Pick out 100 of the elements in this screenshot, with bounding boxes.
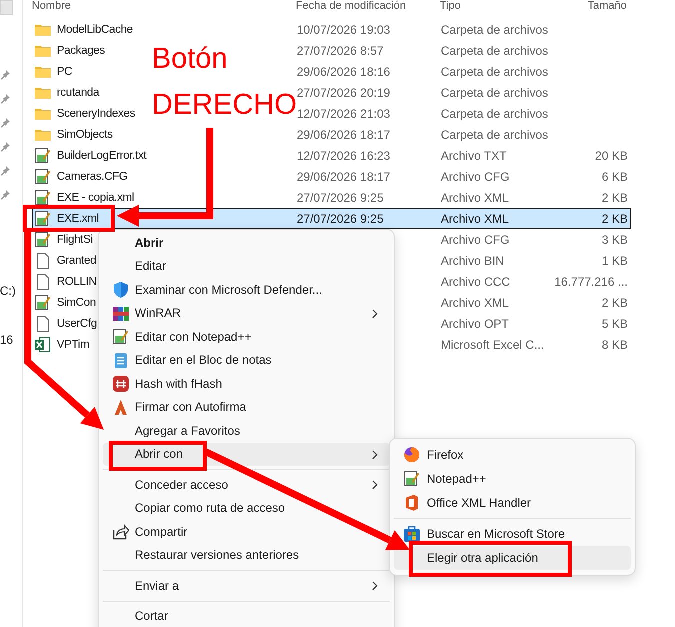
sidebar-label[interactable]: 16 [0,333,22,347]
file-type: Archivo XML [441,190,510,204]
column-header[interactable]: Tamaño [546,0,629,12]
file-type: Carpeta de archivos [441,128,548,142]
menu-item[interactable]: Editar [103,254,390,278]
file-size: 8 KB [602,338,628,352]
menu-item[interactable]: Examinar con Microsoft Defender... [103,278,390,302]
pin-icon[interactable] [1,70,11,80]
file-date: 27/07/2026 9:25 [297,190,384,204]
menu-item-label: Conceder acceso [135,478,228,492]
pen-nib-icon [113,400,129,416]
menu-item[interactable]: Enviar a [103,574,390,598]
chevron-right-icon [372,581,378,591]
menu-item-label: Enviar a [135,578,180,593]
fox-globe-icon [404,447,420,463]
store-bag-icon [404,526,420,542]
menu-item-label: Firmar con Autofirma [135,400,246,414]
file-size: 6 KB [602,170,628,184]
file-name: SceneryIndexes [57,108,136,120]
file-name: Cameras.CFG [57,170,128,182]
file-type: Carpeta de archivos [441,22,548,36]
notepad-file-icon [35,210,51,226]
menu-item-label: Restaurar versiones anteriores [135,548,300,562]
menu-item[interactable]: Editar en el Bloc de notas [103,348,390,372]
file-name: rcutanda [57,86,100,98]
menu-item-label: Copiar como ruta de acceso [135,501,286,516]
menu-item-label: Buscar en Microsoft Store [427,527,566,541]
file-size: 3 KB [602,232,628,246]
file-size: 20 KB [595,148,628,162]
file-type: Carpeta de archivos [441,86,548,100]
menu-item[interactable]: Editar con Notepad++ [103,325,390,348]
file-date: 10/07/2026 19:03 [297,22,390,36]
file-date: 29/06/2026 18:17 [297,128,390,142]
file-name: SimObjects [57,128,113,140]
file-name: VPTim [57,338,90,350]
menu-item[interactable]: Cortar [103,604,390,627]
file-name: EXE.xml [57,212,99,224]
pin-icon[interactable] [1,142,11,152]
pin-icon[interactable] [1,190,11,200]
menu-item[interactable]: Compartir [103,520,390,544]
notepad-file-icon [35,148,51,164]
file-date: 27/07/2026 8:57 [297,44,384,58]
column-header[interactable]: Tipo [434,0,546,12]
menu-item[interactable]: WinRAR [103,302,390,325]
menu-item-label: Editar en el Bloc de notas [135,353,272,368]
drive-label[interactable]: C:) [0,284,22,298]
pin-icon[interactable] [1,118,11,128]
menu-item[interactable]: Hash with fHash [103,372,390,396]
file-type: Archivo XML [441,296,510,310]
annotation-text: Botón [152,42,228,76]
notepad-file-icon [35,190,51,206]
menu-item-label: Firefox [427,448,464,462]
menu-item[interactable]: Office XML Handler [394,491,631,515]
file-size: 16.777.216 ... [554,274,628,288]
file-date: 12/07/2026 16:23 [297,148,390,162]
column-header[interactable]: Nombre [32,0,290,12]
file-type: Archivo TXT [441,148,507,162]
menu-item-label: Office XML Handler [427,496,532,510]
menu-item-label: Cortar [135,609,168,624]
file-size: 5 KB [602,316,628,330]
file-icon [35,316,51,332]
column-header[interactable]: Fecha de modificación [290,0,434,12]
menu-item[interactable]: Firefox [394,443,631,467]
menu-item[interactable]: Agregar a Favoritos [103,419,390,442]
menu-item-label: Editar [135,259,166,274]
menu-item[interactable]: Notepad++ [394,467,631,491]
file-date: 29/06/2026 18:17 [297,170,390,184]
chevron-right-icon [372,480,378,490]
menu-item-label: Compartir [135,524,188,539]
file-type: Archivo CFG [441,232,510,246]
file-type: Carpeta de archivos [441,106,548,120]
menu-item-label: Agregar a Favoritos [135,424,240,438]
notepad-file-icon [35,168,51,184]
file-name: UserCfg [57,318,98,330]
chevron-right-icon [372,450,378,460]
menu-item[interactable]: Conceder acceso [103,473,390,496]
menu-item-label: Notepad++ [427,472,486,486]
file-date: 27/07/2026 9:25 [297,212,384,226]
file-name: ModelLibCache [57,24,134,36]
pin-icon[interactable] [1,166,11,176]
pin-icon[interactable] [1,94,11,104]
file-name: Granted [57,254,96,266]
menu-item[interactable]: Restaurar versiones anteriores [103,544,390,567]
annotation-text: DERECHO [152,88,298,122]
file-date: 12/07/2026 21:03 [297,106,390,120]
file-name: SimCon [57,296,96,308]
menu-item[interactable]: Abrir [103,231,390,254]
menu-item-label: Editar con Notepad++ [135,330,252,344]
notepad-icon [113,329,129,345]
selected-file-row[interactable]: EXE.xml 27/07/2026 9:25 Archivo XML 2 KB [32,208,631,229]
menu-item[interactable]: Elegir otra aplicación [394,546,631,570]
file-size: 2 KB [602,296,628,310]
menu-item[interactable]: Abrir con [103,442,390,466]
menu-item[interactable]: Copiar como ruta de acceso [103,496,390,520]
menu-item-label: Hash with fHash [135,376,222,391]
file-type: Archivo CCC [441,274,510,288]
spreadsheet-file-icon [35,336,51,352]
menu-item[interactable]: Firmar con Autofirma [103,396,390,419]
file-size: 1 KB [602,254,628,268]
file-icon [35,274,51,290]
